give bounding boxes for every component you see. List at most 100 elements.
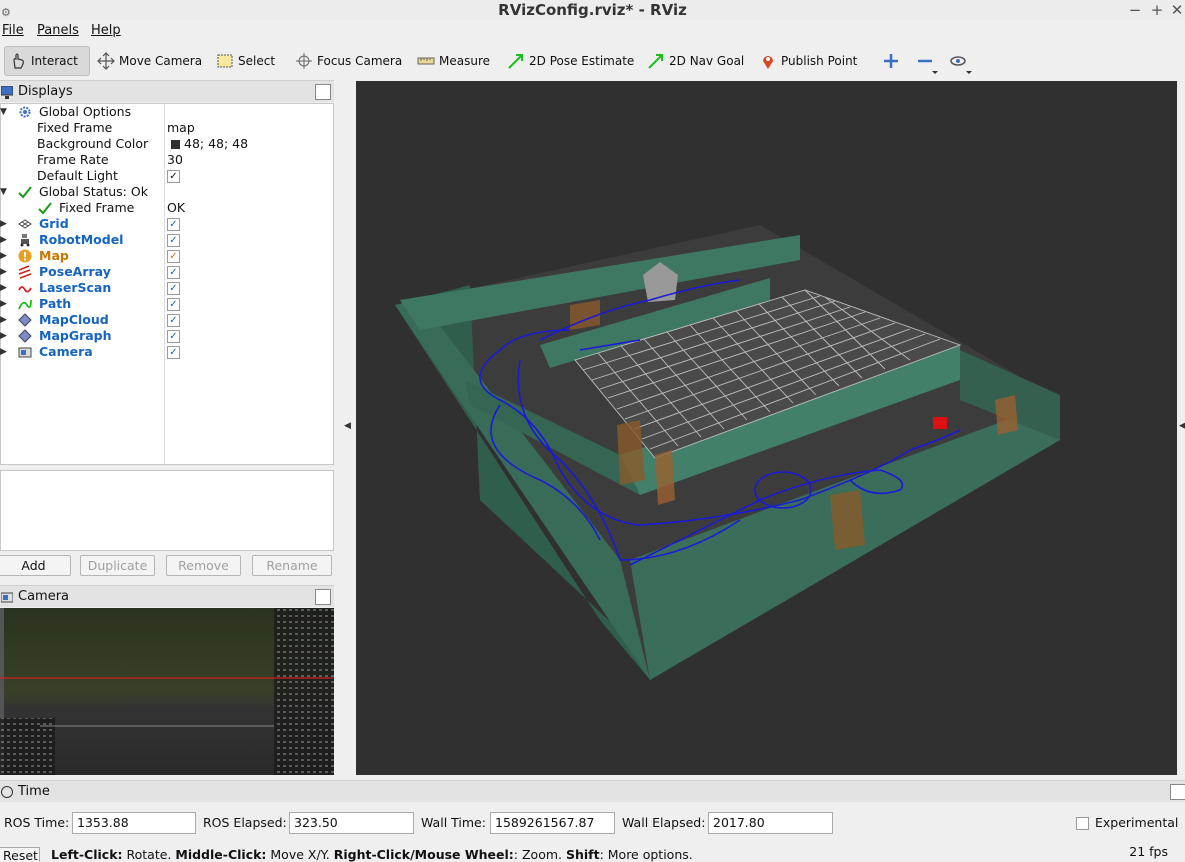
expand-arrow-icon[interactable]: ▶ [0,248,7,264]
tree-row-global-options[interactable]: ▼ Global Options [0,104,335,120]
frame-rate-value[interactable]: 30 [167,152,183,168]
tree-row-camera[interactable]: ▶ Camera ✓ [0,344,335,360]
hint-rotate: Rotate. [122,847,176,862]
path-icon [18,297,32,311]
robotmodel-checkbox[interactable]: ✓ [167,234,180,247]
tree-row-default-light[interactable]: Default Light ✓ [1,168,335,184]
tree-row-posearray[interactable]: ▶ PoseArray ✓ [0,264,335,280]
duplicate-button[interactable]: Duplicate [80,555,155,576]
ros-time-field[interactable]: 1353.88 [72,812,196,834]
collapse-left-arrow-icon[interactable]: ◀ [344,421,351,431]
3d-render-view[interactable] [356,81,1177,775]
remove-tool-button[interactable] [912,50,944,76]
tree-row-status-fixed-frame[interactable]: Fixed Frame OK [1,200,335,216]
view-tool-button[interactable] [944,50,976,76]
mapcloud-checkbox[interactable]: ✓ [167,314,180,327]
expand-arrow-icon[interactable]: ▶ [0,328,7,344]
color-swatch[interactable] [171,140,180,149]
expand-arrow-icon[interactable]: ▶ [0,344,7,360]
experimental-checkbox[interactable] [1076,817,1089,830]
undock-button[interactable] [315,84,331,100]
minus-icon [918,59,938,74]
left-dock: Displays ▼ Global Options Fixed Frame ma… [0,0,334,775]
time-panel: ROS Time: 1353.88 ROS Elapsed: 323.50 Wa… [0,802,1185,842]
global-options-label: Global Options [39,104,132,119]
camera-image-view[interactable] [0,608,334,775]
time-title: Time [18,784,50,799]
mapgraph-checkbox[interactable]: ✓ [167,330,180,343]
laser-scan-icon [18,281,32,295]
expand-arrow-icon[interactable]: ▶ [0,232,7,248]
robot-icon [18,233,32,247]
status-fixed-frame-label: Fixed Frame [59,200,135,215]
tree-row-path[interactable]: ▶ Path ✓ [0,296,335,312]
add-tool-button[interactable] [878,50,910,76]
diamond-icon [18,313,32,327]
wall-time-field[interactable]: 1589261567.87 [490,812,615,834]
reset-button[interactable]: Reset [0,847,40,862]
hint-move: Move X/Y. [266,847,334,862]
close-button[interactable]: ✕ [1168,0,1185,20]
pose-estimate-label: 2D Pose Estimate [529,54,635,68]
green-arrow-icon [647,52,665,70]
tree-row-mapgraph[interactable]: ▶ MapGraph ✓ [0,328,335,344]
global-status-label: Global Status: Ok [39,184,148,199]
tree-row-background-color[interactable]: Background Color 48; 48; 48 [1,136,335,152]
measure-tool-button[interactable]: Measure [413,46,490,76]
tree-row-grid[interactable]: ▶ Grid ✓ [0,216,335,232]
fixed-frame-value[interactable]: map [167,120,195,136]
clock-icon [1,786,13,798]
grid-checkbox[interactable]: ✓ [167,218,180,231]
publish-point-label: Publish Point [781,54,858,68]
posearray-checkbox[interactable]: ✓ [167,266,180,279]
ros-elapsed-field[interactable]: 323.50 [289,812,414,834]
pose-estimate-tool-button[interactable]: 2D Pose Estimate [503,46,634,76]
experimental-label: Experimental [1095,815,1179,830]
tree-row-laserscan[interactable]: ▶ LaserScan ✓ [0,280,335,296]
tree-row-mapcloud[interactable]: ▶ MapCloud ✓ [0,312,335,328]
warning-icon [18,249,32,263]
nav-goal-tool-button[interactable]: 2D Nav Goal [643,46,744,76]
checkmark-icon [18,185,32,199]
tree-row-global-status[interactable]: ▼ Global Status: Ok [0,184,335,200]
eye-icon [950,56,972,74]
expand-arrow-icon[interactable]: ▶ [0,312,7,328]
background-color-value[interactable]: 48; 48; 48 [184,136,248,152]
undock-button[interactable] [1170,784,1185,800]
expand-arrow-icon[interactable]: ▶ [0,280,7,296]
checkmark-icon [38,201,52,215]
tree-row-fixed-frame[interactable]: Fixed Frame map [1,120,335,136]
collapse-right-arrow-icon[interactable]: ◀ [1179,421,1185,431]
tree-row-frame-rate[interactable]: Frame Rate 30 [1,152,335,168]
status-fixed-frame-value: OK [167,200,186,215]
minimize-button[interactable]: − [1126,0,1144,20]
expand-arrow-icon[interactable]: ▶ [0,216,7,232]
publish-point-tool-button[interactable]: Publish Point [755,46,857,76]
mouse-hint-text: Left-Click: Rotate. Middle-Click: Move X… [51,847,693,862]
displays-tree: ▼ Global Options Fixed Frame map Backgro… [0,103,334,465]
hint-more: : More options. [599,847,693,862]
green-arrow-icon [507,52,525,70]
camera-checkbox[interactable]: ✓ [167,346,180,359]
tree-row-map[interactable]: ▶ Map ✓ [0,248,335,264]
default-light-checkbox[interactable]: ✓ [167,170,180,183]
path-checkbox[interactable]: ✓ [167,298,180,311]
add-button[interactable]: Add [0,555,71,576]
expand-arrow-icon[interactable]: ▼ [0,104,7,120]
map-checkbox[interactable]: ✓ [167,250,180,263]
wall-elapsed-label: Wall Elapsed: [622,815,706,830]
displays-title: Displays [18,84,73,99]
laserscan-label: LaserScan [39,280,112,295]
wall-elapsed-field[interactable]: 2017.80 [708,812,833,834]
remove-button[interactable]: Remove [166,555,241,576]
expand-arrow-icon[interactable]: ▼ [0,184,7,200]
tree-row-robotmodel[interactable]: ▶ RobotModel ✓ [0,232,335,248]
laserscan-checkbox[interactable]: ✓ [167,282,180,295]
mapgraph-label: MapGraph [39,328,112,343]
rename-button[interactable]: Rename [252,555,332,576]
maximize-button[interactable]: + [1148,0,1166,20]
undock-button[interactable] [315,589,331,605]
hint-middle-click: Middle-Click: [175,847,267,862]
expand-arrow-icon[interactable]: ▶ [0,264,7,280]
expand-arrow-icon[interactable]: ▶ [0,296,7,312]
